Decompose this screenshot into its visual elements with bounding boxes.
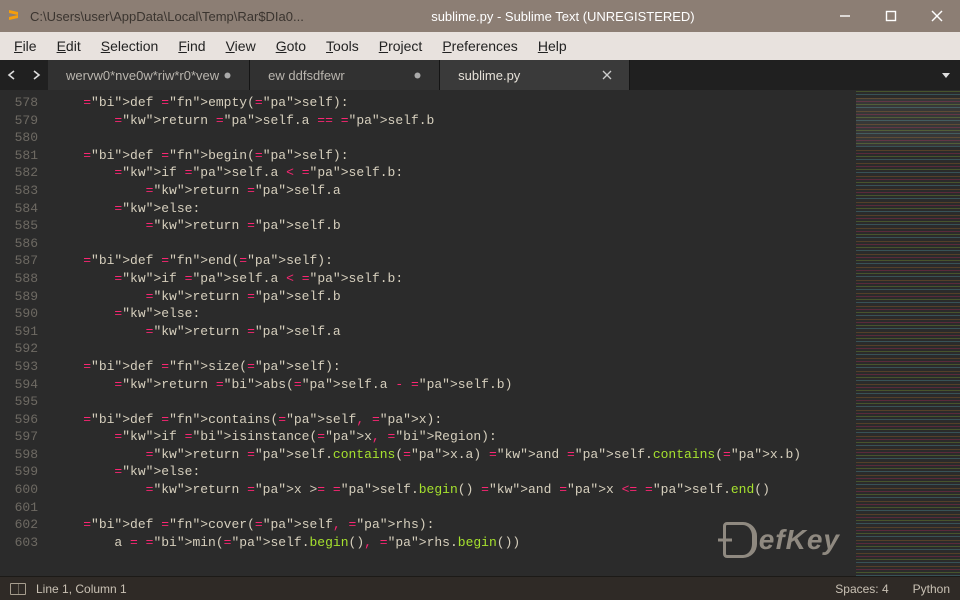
menu-item-tools[interactable]: Tools [316,34,369,58]
tab-ew-ddfsdfewr[interactable]: ew ddfsdfewr [250,60,440,90]
menu-item-project[interactable]: Project [369,34,433,58]
minimap[interactable] [856,90,960,576]
status-position[interactable]: Line 1, Column 1 [36,582,127,596]
app-icon [0,8,28,24]
dirty-indicator-icon[interactable] [409,71,425,80]
menu-item-selection[interactable]: Selection [91,34,169,58]
status-indent[interactable]: Spaces: 4 [835,582,888,596]
close-button[interactable] [914,0,960,32]
tab-sublime-py[interactable]: sublime.py [440,60,630,90]
nav-back-button[interactable] [0,60,24,90]
code-editor[interactable]: ="bi">def ="fn">empty(="pa">self): ="kw"… [48,90,856,576]
panel-switcher-icon[interactable] [10,583,26,595]
tab-row: wervw0*nve0w*riw*r0*vew ew ddfsdfewr subli… [0,60,960,90]
maximize-button[interactable] [868,0,914,32]
tab-label: wervw0*nve0w*riw*r0*vew [66,68,219,83]
menu-item-goto[interactable]: Goto [266,34,316,58]
line-gutter: 578 579 580 581 582 583 584 585 586 587 … [0,90,48,576]
menu-item-edit[interactable]: Edit [47,34,91,58]
titlebar-path: C:\Users\user\AppData\Local\Temp\Rar$DIa… [28,9,304,24]
tab-overflow-button[interactable] [932,60,960,90]
minimize-button[interactable] [822,0,868,32]
menu-item-preferences[interactable]: Preferences [432,34,528,58]
status-syntax[interactable]: Python [913,582,950,596]
menu-item-view[interactable]: View [216,34,266,58]
window-title: sublime.py - Sublime Text (UNREGISTERED) [304,9,822,24]
tab-label: sublime.py [458,68,599,83]
editor-area: 578 579 580 581 582 583 584 585 586 587 … [0,90,960,576]
titlebar: C:\Users\user\AppData\Local\Temp\Rar$DIa… [0,0,960,32]
nav-forward-button[interactable] [24,60,48,90]
menubar: FileEditSelectionFindViewGotoToolsProjec… [0,32,960,60]
statusbar: Line 1, Column 1 Spaces: 4 Python [0,576,960,600]
tab-label: ew ddfsdfewr [268,68,409,83]
close-tab-icon[interactable] [599,70,615,80]
dirty-indicator-icon[interactable] [219,71,235,80]
menu-item-find[interactable]: Find [168,34,215,58]
tab-wervw0-nve0w-riw-r0-vew[interactable]: wervw0*nve0w*riw*r0*vew [48,60,250,90]
menu-item-help[interactable]: Help [528,34,577,58]
menu-item-file[interactable]: File [4,34,47,58]
